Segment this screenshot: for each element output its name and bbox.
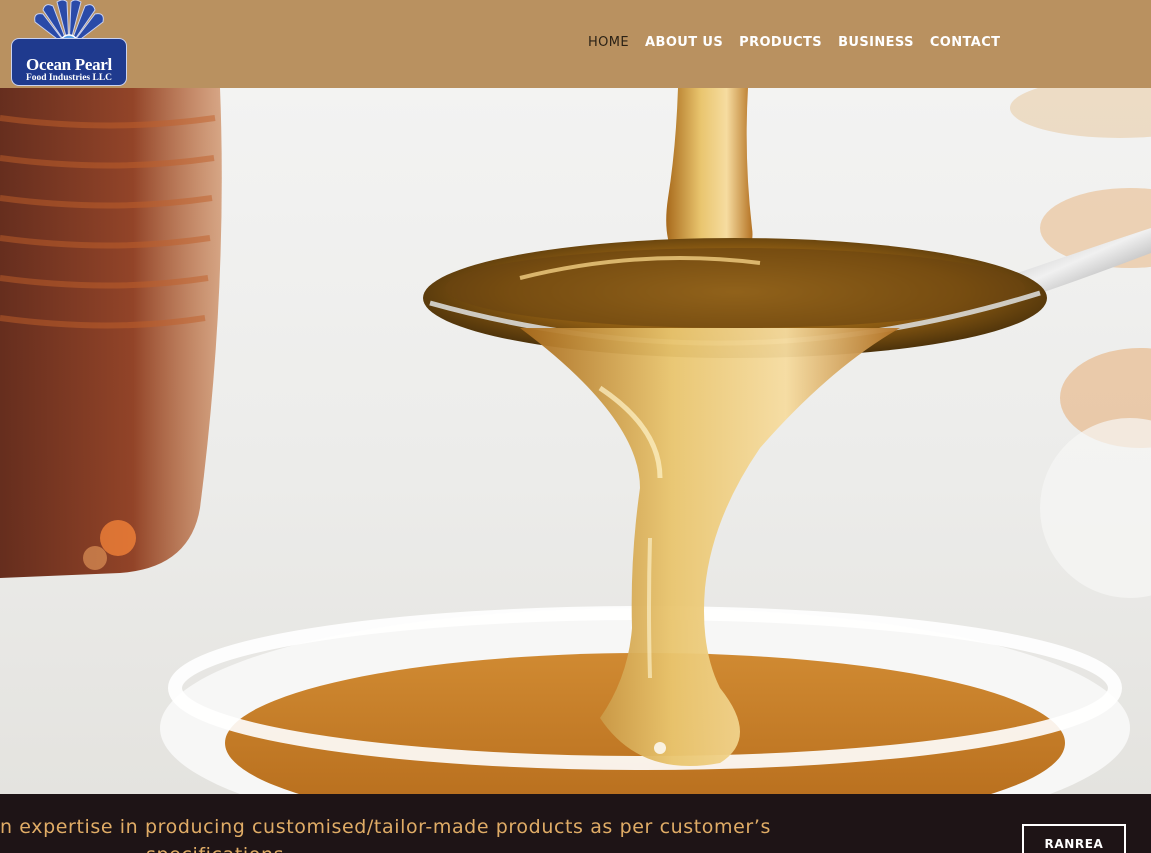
honey-illustration	[0, 88, 1151, 794]
site-header: Ocean Pearl Food Industries LLC HOME ABO…	[0, 0, 1151, 88]
intro-band: n expertise in producing customised/tail…	[0, 794, 1151, 853]
nav-home[interactable]: HOME	[588, 35, 629, 51]
logo-name: Ocean Pearl	[26, 55, 112, 74]
nav-contact[interactable]: CONTACT	[930, 35, 1001, 51]
intro-text: n expertise in producing customised/tail…	[0, 814, 800, 853]
logo-subtitle: Food Industries LLC	[25, 73, 113, 83]
main-nav: HOME ABOUT US PRODUCTS BUSINESS CONTACT	[588, 35, 1016, 51]
hero-image	[0, 88, 1151, 794]
logo[interactable]: Ocean Pearl Food Industries LLC	[11, 0, 129, 88]
nav-about-us[interactable]: ABOUT US	[645, 35, 723, 51]
intro-text-line2: specifications	[0, 842, 800, 853]
nav-business[interactable]: BUSINESS	[838, 35, 914, 51]
page: Ocean Pearl Food Industries LLC HOME ABO…	[0, 0, 1151, 853]
intro-text-line1: n expertise in producing customised/tail…	[0, 816, 771, 838]
read-more-button[interactable]: RANREA	[1022, 824, 1126, 853]
nav-products[interactable]: PRODUCTS	[739, 35, 822, 51]
